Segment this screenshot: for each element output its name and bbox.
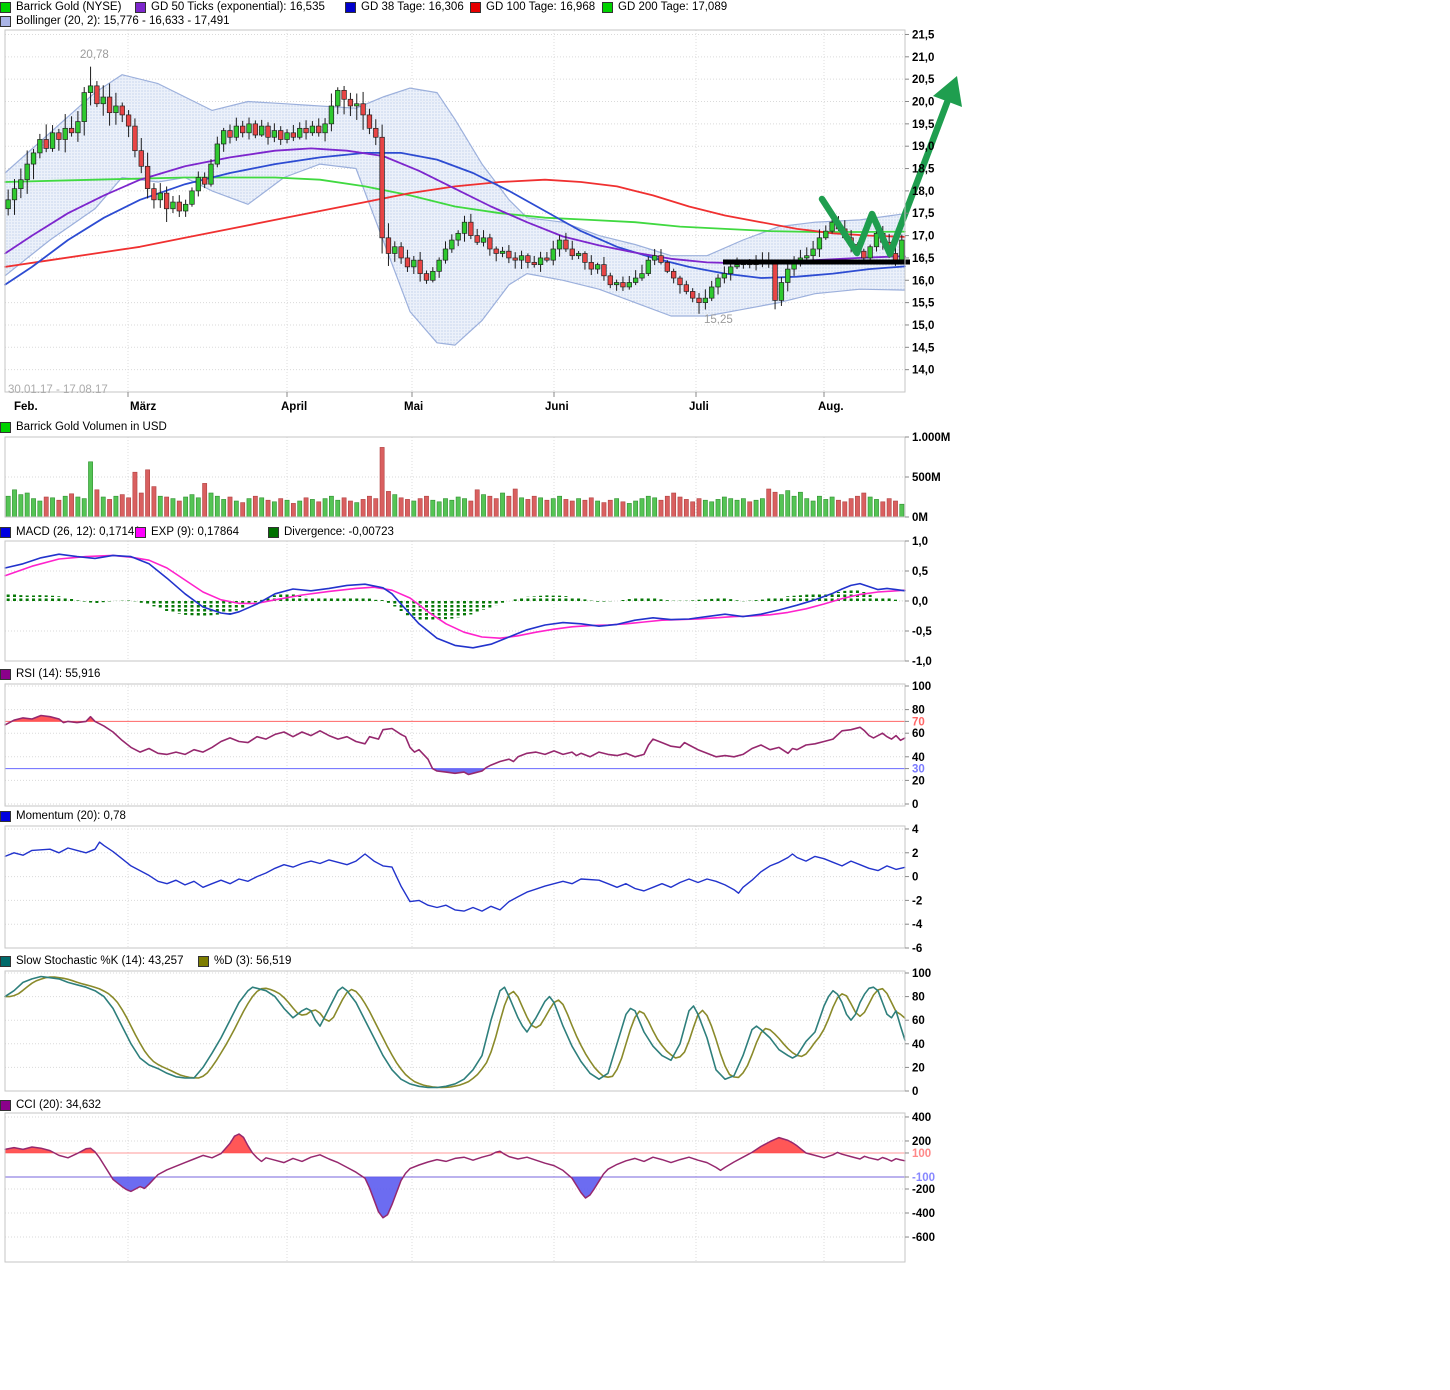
svg-text:17,5: 17,5 bbox=[912, 208, 935, 220]
svg-text:100: 100 bbox=[912, 1148, 931, 1160]
momentum-legend: Momentum (20): 0,78 bbox=[0, 810, 960, 823]
svg-text:20,5: 20,5 bbox=[912, 74, 935, 86]
bollinger-color-swatch bbox=[0, 16, 11, 27]
svg-text:18,5: 18,5 bbox=[912, 164, 935, 176]
divergence-legend-label: Divergence: -0,00723 bbox=[284, 526, 394, 538]
main-chart-legend: Barrick Gold (NYSE) GD 50 Ticks (exponen… bbox=[0, 1, 960, 14]
svg-text:-4: -4 bbox=[912, 919, 923, 931]
cci-legend-label: CCI (20): 34,632 bbox=[16, 1099, 101, 1111]
rsi-legend: RSI (14): 55,916 bbox=[0, 668, 960, 681]
high-price-label: 20,78 bbox=[80, 49, 109, 61]
stoch-d-color-swatch bbox=[198, 956, 209, 967]
exp-color-swatch bbox=[135, 527, 146, 538]
macd-legend: MACD (26, 12): 0,17141 EXP (9): 0,17864 … bbox=[0, 526, 960, 539]
svg-text:30: 30 bbox=[912, 764, 925, 776]
svg-text:0: 0 bbox=[912, 872, 918, 884]
svg-text:20: 20 bbox=[912, 775, 925, 787]
svg-text:200: 200 bbox=[912, 1136, 931, 1148]
gd200-legend-label: GD 200 Tage: 17,089 bbox=[618, 1, 727, 13]
svg-text:-2: -2 bbox=[912, 895, 922, 907]
gd38-color-swatch bbox=[345, 2, 356, 13]
svg-text:18,0: 18,0 bbox=[912, 186, 934, 198]
month-label-feb: Feb. bbox=[14, 401, 38, 413]
bollinger-legend-label: Bollinger (20, 2): 15,776 - 16,633 - 17,… bbox=[16, 15, 230, 27]
momentum-color-swatch bbox=[0, 811, 11, 822]
svg-text:19,5: 19,5 bbox=[912, 119, 935, 131]
month-label-maerz: März bbox=[130, 401, 156, 413]
svg-text:60: 60 bbox=[912, 1015, 925, 1027]
gd38-legend-label: GD 38 Tage: 16,306 bbox=[361, 1, 464, 13]
macd-color-swatch bbox=[0, 527, 11, 538]
gd50-color-swatch bbox=[135, 2, 146, 13]
gd50-legend-label: GD 50 Ticks (exponential): 16,535 bbox=[151, 1, 325, 13]
rsi-legend-label: RSI (14): 55,916 bbox=[16, 668, 100, 680]
gd100-color-swatch bbox=[470, 2, 481, 13]
svg-text:14,5: 14,5 bbox=[912, 342, 935, 354]
month-label-aug: Aug. bbox=[818, 401, 844, 413]
svg-text:17,0: 17,0 bbox=[912, 231, 934, 243]
month-label-juli: Juli bbox=[689, 401, 709, 413]
svg-text:2: 2 bbox=[912, 848, 918, 860]
svg-text:0,0: 0,0 bbox=[912, 596, 928, 608]
svg-text:15,0: 15,0 bbox=[912, 320, 934, 332]
macd-legend-label: MACD (26, 12): 0,17141 bbox=[16, 526, 141, 538]
svg-text:21,5: 21,5 bbox=[912, 29, 935, 41]
svg-text:60: 60 bbox=[912, 728, 925, 740]
svg-text:16,5: 16,5 bbox=[912, 253, 935, 265]
gd200-color-swatch bbox=[602, 2, 613, 13]
month-label-april: April bbox=[281, 401, 307, 413]
svg-text:21,0: 21,0 bbox=[912, 52, 934, 64]
svg-text:100: 100 bbox=[912, 968, 931, 980]
svg-text:400: 400 bbox=[912, 1112, 931, 1124]
svg-text:40: 40 bbox=[912, 752, 925, 764]
month-label-juni: Juni bbox=[545, 401, 569, 413]
chart-canvas[interactable]: 21,521,020,520,019,519,018,518,017,517,0… bbox=[0, 0, 1450, 1390]
svg-text:-600: -600 bbox=[912, 1232, 935, 1244]
cci-color-swatch bbox=[0, 1100, 11, 1111]
svg-text:16,0: 16,0 bbox=[912, 275, 934, 287]
svg-text:80: 80 bbox=[912, 992, 925, 1004]
svg-text:-200: -200 bbox=[912, 1184, 935, 1196]
instrument-name: Barrick Gold (NYSE) bbox=[16, 1, 121, 13]
svg-text:-6: -6 bbox=[912, 943, 922, 955]
svg-text:40: 40 bbox=[912, 1039, 925, 1051]
svg-text:0M: 0M bbox=[912, 512, 928, 524]
stoch-k-color-swatch bbox=[0, 956, 11, 967]
svg-text:-100: -100 bbox=[912, 1172, 935, 1184]
svg-text:-0,5: -0,5 bbox=[912, 626, 932, 638]
volume-legend: Barrick Gold Volumen in USD bbox=[0, 421, 960, 434]
svg-text:0: 0 bbox=[912, 1086, 918, 1098]
svg-text:0,5: 0,5 bbox=[912, 566, 929, 578]
rsi-color-swatch bbox=[0, 669, 11, 680]
stoch-k-legend-label: Slow Stochastic %K (14): 43,257 bbox=[16, 955, 183, 967]
svg-text:70: 70 bbox=[912, 716, 925, 728]
low-price-label: 15,25 bbox=[704, 314, 733, 326]
stock-chart-page: 21,521,020,520,019,519,018,518,017,517,0… bbox=[0, 0, 1450, 1390]
divergence-color-swatch bbox=[268, 527, 279, 538]
bollinger-legend: Bollinger (20, 2): 15,776 - 16,633 - 17,… bbox=[0, 15, 960, 28]
volume-color-swatch bbox=[0, 422, 11, 433]
svg-text:15,5: 15,5 bbox=[912, 298, 935, 310]
svg-text:-1,0: -1,0 bbox=[912, 656, 932, 668]
momentum-legend-label: Momentum (20): 0,78 bbox=[16, 810, 126, 822]
svg-text:500M: 500M bbox=[912, 472, 941, 484]
cci-legend: CCI (20): 34,632 bbox=[0, 1099, 960, 1112]
instrument-color-swatch bbox=[0, 2, 11, 13]
volume-legend-label: Barrick Gold Volumen in USD bbox=[16, 421, 167, 433]
gd100-legend-label: GD 100 Tage: 16,968 bbox=[486, 1, 595, 13]
svg-text:4: 4 bbox=[912, 824, 919, 836]
x-axis-months: Feb. März April Mai Juni Juli Aug. bbox=[0, 401, 960, 415]
svg-text:-400: -400 bbox=[912, 1208, 935, 1220]
svg-text:100: 100 bbox=[912, 681, 931, 693]
date-range-label: 30.01.17 - 17.08.17 bbox=[8, 384, 108, 396]
svg-text:20,0: 20,0 bbox=[912, 97, 934, 109]
stoch-d-legend-label: %D (3): 56,519 bbox=[214, 955, 291, 967]
svg-text:80: 80 bbox=[912, 705, 925, 717]
svg-text:14,0: 14,0 bbox=[912, 365, 934, 377]
exp-legend-label: EXP (9): 0,17864 bbox=[151, 526, 239, 538]
svg-text:19,0: 19,0 bbox=[912, 141, 934, 153]
svg-text:20: 20 bbox=[912, 1062, 925, 1074]
stochastic-legend: Slow Stochastic %K (14): 43,257 %D (3): … bbox=[0, 955, 960, 968]
month-label-mai: Mai bbox=[404, 401, 423, 413]
